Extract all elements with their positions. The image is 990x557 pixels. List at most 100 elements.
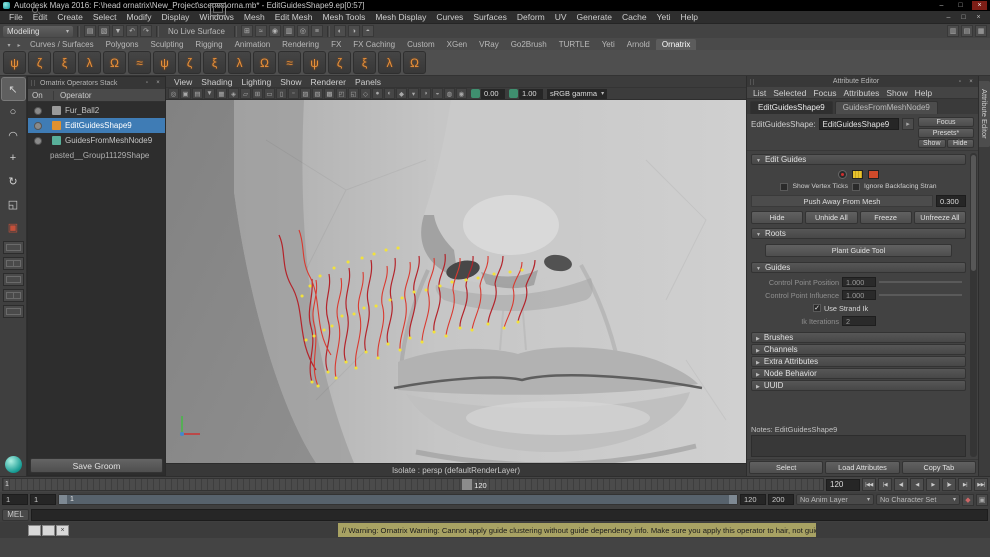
safe-action-icon[interactable]: ▧ [312,88,323,99]
isolate-select-icon[interactable]: ◉ [456,88,467,99]
snap-to-grids-icon[interactable]: ⊞ [241,25,253,37]
attribute-editor-menu-item[interactable]: List [753,88,766,98]
attribute-editor-toggle-icon[interactable]: ▥ [947,25,959,37]
open-scene-icon[interactable]: ▧ [98,25,110,37]
menu-item[interactable]: Select [88,12,122,22]
menu-item[interactable]: Cache [617,12,652,22]
animation-preferences-icon[interactable]: ▣ [976,494,988,506]
menu-item[interactable]: Create [52,12,88,22]
ornatrix-shelf-icon-6[interactable]: ≈ [128,51,151,74]
menu-item[interactable]: Display [157,12,195,22]
shelf-tab[interactable]: Yeti [596,39,621,50]
animation-end-field[interactable]: 200 [768,494,794,505]
ik-iterations-field[interactable]: 2 [842,316,876,326]
camera-attributes-icon[interactable]: ▤ [192,88,203,99]
guide-color-swatch-red[interactable] [868,170,879,179]
menu-item[interactable]: Mesh Display [370,12,431,22]
node-name-field[interactable]: EditGuidesShape9 [819,118,900,130]
save-groom-button[interactable]: Save Groom [30,458,163,473]
exposure-field[interactable]: 0.00 [481,89,505,99]
select-tool-icon[interactable]: ↖ [2,78,25,100]
exposure-icon[interactable] [471,89,480,98]
load-attributes-button[interactable]: Load Attributes [825,461,899,474]
collapsed-section[interactable]: Channels [751,344,966,355]
bookmarks-icon[interactable]: ▼ [204,88,215,99]
save-scene-icon[interactable]: ▼ [112,25,124,37]
last-tool-icon[interactable]: ▣ [2,216,25,238]
shelf-tab[interactable]: Rigging [189,39,228,50]
freeze-button[interactable]: Freeze [860,211,912,224]
tool-settings-toggle-icon[interactable]: ▤ [961,25,973,37]
script-tab[interactable] [42,525,55,536]
shelf-tab[interactable]: Ornatrix [656,39,696,50]
operator-row[interactable]: pasted__Group11129Shape [28,148,165,163]
ornatrix-shelf-icon-8[interactable]: ζ [178,51,201,74]
ornatrix-shelf-icon-14[interactable]: ζ [328,51,351,74]
snap-to-view-planes-icon[interactable]: ▥ [283,25,295,37]
menu-item[interactable]: File [4,12,28,22]
panel-close-icon[interactable]: × [967,78,975,86]
operator-enable-icon[interactable] [34,137,42,145]
control-point-influence-field[interactable]: 1.000 [842,290,876,300]
frame-selection-icon[interactable]: ◱ [348,88,359,99]
ignore-backfacing-checkbox[interactable] [852,183,860,191]
menu-item[interactable]: Help [675,12,702,22]
command-input[interactable] [31,509,988,521]
view-transform-dropdown[interactable]: sRGB gamma ▾ [547,89,607,99]
range-end-handle[interactable] [729,495,737,504]
scene-minimize-button[interactable] [941,13,956,22]
lights-icon[interactable]: ◆ [396,88,407,99]
tab-editguidesshape9[interactable]: EditGuidesShape9 [750,101,833,114]
copy-tab-button[interactable]: Copy Tab [902,461,976,474]
textured-icon[interactable]: ◐ [384,88,395,99]
scale-tool-icon[interactable]: ◱ [2,193,25,215]
script-tab[interactable] [28,525,41,536]
task-view-button[interactable] [210,3,226,16]
viewport-menu-item[interactable]: View [170,77,196,87]
smooth-shade-icon[interactable]: ● [372,88,383,99]
panel-close-icon[interactable]: × [154,79,162,87]
collapsed-section[interactable]: Brushes [751,332,966,343]
control-point-position-slider[interactable] [879,281,962,283]
viewport-menu-item[interactable]: Shading [197,77,236,87]
menu-item[interactable]: Surfaces [468,12,512,22]
construction-history-icon[interactable]: ≡ [311,25,323,37]
guide-color-radio[interactable] [838,170,847,179]
new-scene-icon[interactable]: ▤ [84,25,96,37]
anim-layer-dropdown[interactable]: No Anim Layer ▾ [796,494,874,505]
channel-box-toggle-icon[interactable]: ▦ [975,25,987,37]
image-plane-icon[interactable]: ▦ [216,88,227,99]
menu-item[interactable]: UV [550,12,572,22]
xray-icon[interactable]: ◍ [444,88,455,99]
guide-color-swatch-yellow[interactable] [852,170,863,179]
shelf-tab[interactable]: XGen [441,39,473,50]
ornatrix-shelf-icon-9[interactable]: ξ [203,51,226,74]
gate-mask-icon[interactable]: ▫ [288,88,299,99]
wireframe-icon[interactable]: ◇ [360,88,371,99]
move-tool-icon[interactable]: + [2,147,25,169]
ornatrix-shelf-icon-10[interactable]: λ [228,51,251,74]
shelf-tab[interactable]: TURTLE [553,39,596,50]
ornatrix-shelf-icon-17[interactable]: Ω [403,51,426,74]
shelf-tab[interactable]: VRay [473,39,505,50]
shelf-menu-icon[interactable]: ▾ [4,40,14,50]
undo-icon[interactable]: ↶ [126,25,138,37]
notes-field[interactable] [751,435,966,457]
attribute-editor-side-tab[interactable]: Attribute Editor [979,81,990,147]
play-backwards-button[interactable]: ◀ [910,478,924,491]
redo-icon[interactable]: ↷ [140,25,152,37]
unfreeze-all-button[interactable]: Unfreeze All [914,211,966,224]
menu-item[interactable]: Mesh Tools [318,12,371,22]
snap-to-curves-icon[interactable]: ≈ [255,25,267,37]
step-back-frame-button[interactable]: |◀ [878,478,892,491]
section-edit-guides[interactable]: Edit Guides [751,154,966,165]
ornatrix-shelf-icon-4[interactable]: λ [78,51,101,74]
scrollbar[interactable] [970,153,977,457]
play-forwards-button[interactable]: ▶ [926,478,940,491]
ornatrix-shelf-icon-13[interactable]: ψ [303,51,326,74]
lock-camera-icon[interactable]: ▣ [180,88,191,99]
step-forward-key-button[interactable]: |▶ [942,478,956,491]
menu-item[interactable]: Edit Mesh [270,12,318,22]
ornatrix-shelf-icon-5[interactable]: Ω [103,51,126,74]
shelf-tab[interactable]: Rendering [276,39,325,50]
